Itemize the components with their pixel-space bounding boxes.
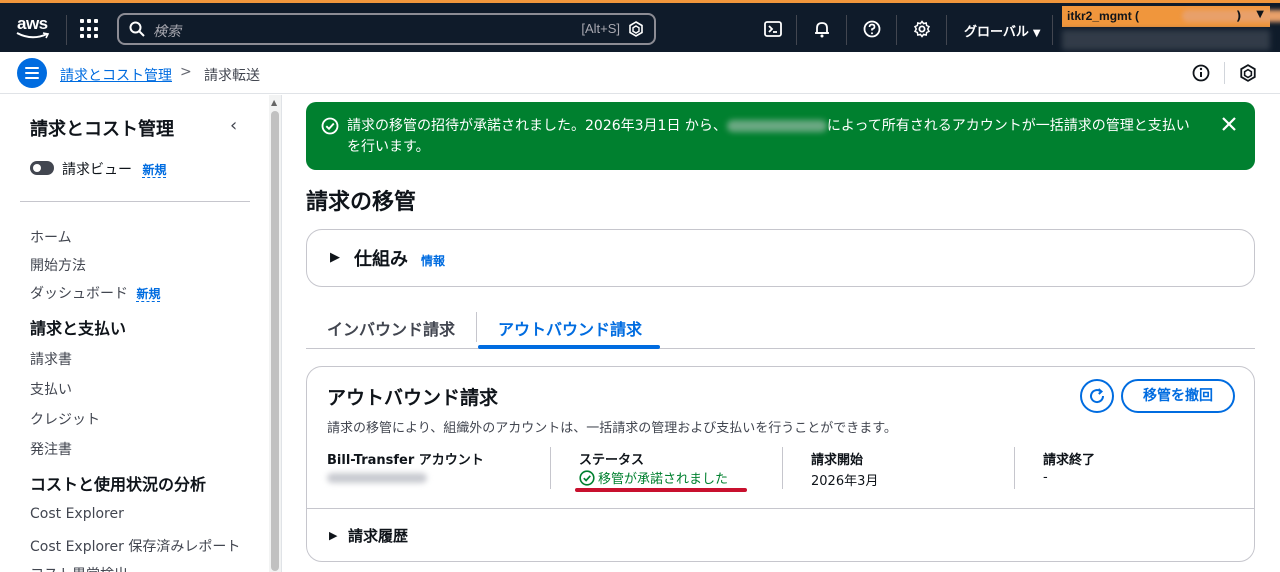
sidebar-border xyxy=(281,95,282,572)
column-divider xyxy=(550,447,551,489)
refresh-button[interactable] xyxy=(1080,379,1114,413)
collapse-sidebar-icon[interactable]: ‹ xyxy=(230,115,237,136)
revoke-transfer-button[interactable]: 移管を撤回 xyxy=(1121,379,1235,413)
tab-separator xyxy=(476,312,477,342)
nav-divider xyxy=(846,15,847,45)
sidebar-item-home[interactable]: ホーム xyxy=(30,227,72,247)
top-navigation: aws 検索 [Alt+S] グローバル ▼ itkr2_mgmt () ▼ xyxy=(0,0,1280,52)
tab-inbound-billing[interactable]: インバウンド請求 xyxy=(327,316,455,340)
success-flash: 請求の移管の招待が承諾されました。2026年3月1日 から、 によって所有されるア… xyxy=(306,102,1255,170)
column-divider xyxy=(782,447,783,489)
billing-start-label: 請求開始 xyxy=(811,453,864,468)
grid-icon[interactable] xyxy=(80,19,100,39)
column-divider xyxy=(1014,447,1015,489)
outbound-billing-card: アウトバウンド請求 請求の移管により、組織外のアカウントは、一括請求の管理および… xyxy=(306,366,1255,562)
aws-smile-icon xyxy=(16,32,50,39)
amazon-q-icon[interactable] xyxy=(628,21,644,37)
sidebar-item-payments[interactable]: 支払い xyxy=(30,379,72,399)
billing-history-expander[interactable]: 請求履歴 xyxy=(348,525,408,546)
refresh-icon xyxy=(1090,388,1105,404)
caret-down-icon: ▼ xyxy=(1032,28,1041,39)
sidebar-divider xyxy=(20,201,250,202)
flash-message: 請求の移管の招待が承諾されました。2026年3月1日 から、 によって所有されるア… xyxy=(347,118,1190,155)
cloudshell-icon[interactable] xyxy=(764,20,782,38)
breadcrumb-bar: 請求とコスト管理 > 請求転送 xyxy=(0,52,1280,94)
close-icon[interactable] xyxy=(1221,116,1237,132)
breadcrumb-current: 請求転送 xyxy=(204,68,260,84)
status-label: ステータス xyxy=(579,453,645,468)
nav-divider xyxy=(796,15,797,45)
billing-end-label: 請求終了 xyxy=(1043,453,1096,468)
search-icon xyxy=(129,21,145,37)
billing-view-label: 請求ビュー 新規 xyxy=(62,162,167,178)
sidebar-item-saved-reports[interactable]: Cost Explorer 保存済みレポート xyxy=(30,536,240,556)
card-divider xyxy=(307,508,1254,509)
gear-icon[interactable] xyxy=(913,20,931,38)
billing-view-toggle[interactable] xyxy=(30,161,54,175)
redacted-account-id xyxy=(1182,10,1280,22)
billing-end-value: - xyxy=(1043,470,1048,485)
redacted-account-id xyxy=(726,120,827,132)
sidebar-section-billing: 請求と支払い xyxy=(30,319,127,338)
bell-icon[interactable] xyxy=(813,20,831,38)
sidebar-scrollbar[interactable]: ▲ xyxy=(269,95,281,572)
nav-divider xyxy=(946,15,947,45)
help-icon[interactable] xyxy=(863,20,881,38)
sidebar-item-anomaly-detection[interactable]: コスト異常検出 xyxy=(30,564,128,572)
check-circle-icon xyxy=(321,117,339,135)
account-menu[interactable]: itkr2_mgmt ( ) ▼ xyxy=(1062,6,1280,27)
tab-outbound-billing[interactable]: アウトバウンド請求 xyxy=(498,316,642,340)
region-selector[interactable]: グローバル ▼ xyxy=(964,21,1041,40)
sidebar-item-getting-started[interactable]: 開始方法 xyxy=(30,255,86,275)
how-it-works-expander[interactable]: ▶ 仕組み 情報 xyxy=(306,229,1255,287)
scrollbar-thumb[interactable] xyxy=(271,111,279,571)
status-badge: 移管が承諾されました xyxy=(579,468,728,487)
search-bar[interactable]: 検索 [Alt+S] xyxy=(117,13,656,45)
new-badge[interactable]: 新規 xyxy=(136,287,161,302)
page-title: 請求の移管 xyxy=(306,190,417,215)
nav-divider xyxy=(896,15,897,45)
search-shortcut: [Alt+S] xyxy=(581,21,620,36)
sidebar-item-dashboard[interactable]: ダッシュボード 新規 xyxy=(30,283,161,303)
tabs-baseline xyxy=(306,348,1255,349)
breadcrumb-separator: > xyxy=(180,64,192,80)
caret-right-icon[interactable]: ▶ xyxy=(329,529,337,542)
search-input[interactable]: 検索 xyxy=(153,21,181,41)
nav-divider xyxy=(1052,15,1053,45)
caret-right-icon: ▶ xyxy=(330,250,340,265)
nav-divider xyxy=(66,15,67,45)
card-title: アウトバウンド請求 xyxy=(327,387,499,409)
account-label: Bill-Transfer アカウント xyxy=(327,453,484,468)
redacted-account-detail xyxy=(1062,30,1270,50)
card-description: 請求の移管により、組織外のアカウントは、一括請求の管理および支払いを行うことがで… xyxy=(327,421,897,436)
breadcrumb-billing-link[interactable]: 請求とコスト管理 xyxy=(60,65,172,85)
side-menu-button[interactable] xyxy=(17,58,47,88)
amazon-q-icon[interactable] xyxy=(1239,64,1257,82)
sidebar-item-credits[interactable]: クレジット xyxy=(30,409,100,429)
aws-logo[interactable]: aws xyxy=(14,12,54,42)
sidebar-section-cost-analysis: コストと使用状況の分析 xyxy=(30,475,207,494)
expander-title: 仕組み xyxy=(354,249,408,270)
sidebar-title[interactable]: 請求とコスト管理 xyxy=(30,115,174,141)
caret-down-icon: ▼ xyxy=(1256,9,1264,20)
hamburger-icon xyxy=(25,67,39,82)
check-circle-icon xyxy=(579,470,595,486)
side-navigation: 請求とコスト管理 ‹ 請求ビュー 新規 ホーム 開始方法 ダッシュボード 新規 … xyxy=(0,95,268,572)
active-tab-indicator xyxy=(478,345,660,349)
sidebar-item-purchase-orders[interactable]: 発注書 xyxy=(30,439,72,459)
annotation-underline xyxy=(575,488,747,492)
redacted-account-id xyxy=(327,473,427,483)
sidebar-item-bills[interactable]: 請求書 xyxy=(30,349,72,369)
billing-start-value: 2026年3月 xyxy=(811,474,879,489)
info-icon[interactable] xyxy=(1192,64,1210,82)
scroll-up-icon[interactable]: ▲ xyxy=(271,98,277,107)
info-link[interactable]: 情報 xyxy=(421,252,445,269)
breadcrumb-divider xyxy=(1224,62,1225,84)
new-badge[interactable]: 新規 xyxy=(142,163,167,178)
sidebar-item-cost-explorer[interactable]: Cost Explorer xyxy=(30,506,124,522)
